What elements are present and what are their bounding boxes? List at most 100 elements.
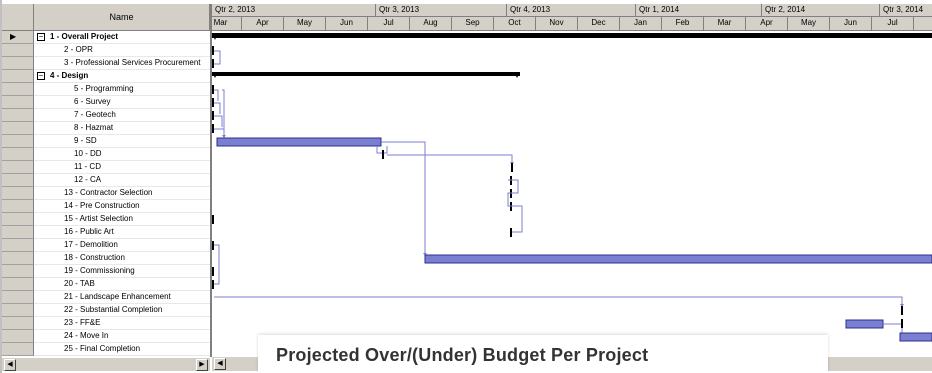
timescale-month: Aug [410, 17, 452, 30]
link-to-sd [222, 89, 225, 137]
name-column-header[interactable]: Name [34, 4, 210, 31]
row-selector[interactable] [2, 135, 34, 148]
task-name-cell[interactable]: 17 - Demolition [34, 239, 210, 252]
row-selector[interactable] [2, 265, 34, 278]
task-name-cell[interactable]: 23 - FF&E [34, 317, 210, 330]
task-name-cell[interactable]: 24 - Move In [34, 330, 210, 343]
link-sd-construction [381, 141, 426, 255]
timescale-month: Jun [830, 17, 872, 30]
task-name-cell[interactable]: −1 - Overall Project [34, 31, 210, 44]
task-name-cell[interactable]: 25 - Final Completion [34, 343, 210, 356]
grid-horizontal-scrollbar[interactable]: ◀ ▶ [2, 357, 210, 371]
link-design-4 [214, 89, 219, 101]
milestone-opr [212, 46, 214, 55]
row-selector[interactable] [2, 161, 34, 174]
row-selector[interactable] [2, 252, 34, 265]
task-name-label: 13 - Contractor Selection [64, 188, 153, 197]
task-bar-ffe[interactable] [845, 319, 884, 329]
row-selector[interactable] [2, 213, 34, 226]
task-name-label: 10 - DD [74, 149, 102, 158]
link-cd-cluster [507, 179, 523, 233]
task-name-cell[interactable]: 11 - CD [34, 161, 210, 174]
row-selector[interactable] [2, 239, 34, 252]
scroll-left-button[interactable]: ◀ [4, 359, 16, 371]
task-bar-move-in[interactable] [899, 332, 932, 342]
row-selector[interactable] [2, 291, 34, 304]
timescale-month: Sep [452, 17, 494, 30]
link-ffe-movein [883, 323, 903, 333]
task-name-cell[interactable]: 20 - TAB [34, 278, 210, 291]
task-name-cell[interactable]: 18 - Construction [34, 252, 210, 265]
task-name-label: 21 - Landscape Enhancement [64, 292, 171, 301]
task-name-label: 22 - Substantial Completion [64, 305, 163, 314]
row-selector[interactable] [2, 343, 34, 356]
task-name-cell[interactable]: 16 - Public Art [34, 226, 210, 239]
row-selector[interactable] [2, 226, 34, 239]
row-selector[interactable] [2, 317, 34, 330]
row-selector[interactable] [2, 44, 34, 57]
task-name-cell[interactable]: 6 - Survey [34, 96, 210, 109]
task-name-cell[interactable]: 9 - SD [34, 135, 210, 148]
timescale-month: May [284, 17, 326, 30]
task-name-cell[interactable]: 21 - Landscape Enhancement [34, 291, 210, 304]
task-name-cell[interactable]: 7 - Geotech [34, 109, 210, 122]
task-name-label: 1 - Overall Project [50, 32, 119, 41]
task-name-cell[interactable]: 13 - Contractor Selection [34, 187, 210, 200]
timescale-month: May [788, 17, 830, 30]
scroll-right-icon: ▶ [199, 361, 205, 368]
row-selector[interactable] [2, 187, 34, 200]
timescale-quarter: Qtr 3, 2013 [376, 4, 507, 17]
row-selector[interactable] [2, 83, 34, 96]
collapse-toggle-icon[interactable]: − [37, 72, 45, 80]
task-bar-sd[interactable] [216, 137, 382, 147]
slide-caption: Projected Over/(Under) Budget Per Projec… [258, 335, 828, 373]
task-name-label: 16 - Public Art [64, 227, 114, 236]
row-selector[interactable] [2, 70, 34, 83]
timescale-month: Oct [494, 17, 536, 30]
timescale-quarter: Qtr 4, 2013 [507, 4, 636, 17]
task-bar-construction[interactable] [424, 254, 932, 264]
task-name-label: 6 - Survey [74, 97, 111, 106]
collapse-toggle-icon[interactable]: − [37, 33, 45, 41]
timescale-header: Qtr 2, 2013 Qtr 3, 2013 Qtr 4, 2013 Qtr 1, … [212, 4, 932, 31]
scroll-left-icon: ◀ [7, 361, 13, 368]
task-name-label: 4 - Design [50, 71, 89, 80]
timescale-quarter: Qtr 1, 2014 [636, 4, 762, 17]
row-selector[interactable] [2, 174, 34, 187]
chart-scroll-left-button[interactable]: ◀ [214, 358, 226, 370]
scroll-right-button[interactable]: ▶ [196, 359, 208, 371]
row-selector[interactable]: ▶ [2, 31, 34, 44]
row-selector[interactable] [2, 330, 34, 343]
row-selector[interactable] [2, 200, 34, 213]
row-selector[interactable] [2, 304, 34, 317]
row-selector[interactable] [2, 278, 34, 291]
task-name-cell[interactable]: 2 - OPR [34, 44, 210, 57]
task-name-cell[interactable]: −4 - Design [34, 70, 210, 83]
slide-caption-text: Projected Over/(Under) Budget Per Projec… [276, 345, 649, 365]
milestone-substantial-completion [901, 306, 903, 315]
summary-bar-design[interactable] [212, 72, 520, 76]
row-selector[interactable] [2, 109, 34, 122]
summary-bar-overall-project[interactable] [212, 33, 932, 38]
task-name-label: 11 - CD [74, 162, 101, 171]
row-selector[interactable] [2, 57, 34, 70]
task-name-cell[interactable]: 19 - Commissioning [34, 265, 210, 278]
task-name-cell[interactable]: 14 - Pre Construction [34, 200, 210, 213]
task-name-cell[interactable]: 3 - Professional Services Procurement [34, 57, 210, 70]
row-header-corner[interactable] [2, 4, 34, 31]
task-name-label: 3 - Professional Services Procurement [64, 58, 201, 67]
task-name-cell[interactable]: 10 - DD [34, 148, 210, 161]
task-name-cell[interactable]: 22 - Substantial Completion [34, 304, 210, 317]
task-name-cell[interactable]: 8 - Hazmat [34, 122, 210, 135]
timescale-month: Mar [212, 17, 242, 30]
task-name-label: 19 - Commissioning [64, 266, 135, 275]
row-selector[interactable] [2, 96, 34, 109]
row-selector[interactable] [2, 122, 34, 135]
gantt-chart-area[interactable] [212, 31, 932, 357]
task-name-cell[interactable]: 15 - Artist Selection [34, 213, 210, 226]
task-name-cell[interactable]: 5 - Programming [34, 83, 210, 96]
milestone-design-task-5 [212, 98, 214, 107]
milestone-design-task-6 [212, 111, 214, 120]
row-selector[interactable] [2, 148, 34, 161]
task-name-cell[interactable]: 12 - CA [34, 174, 210, 187]
